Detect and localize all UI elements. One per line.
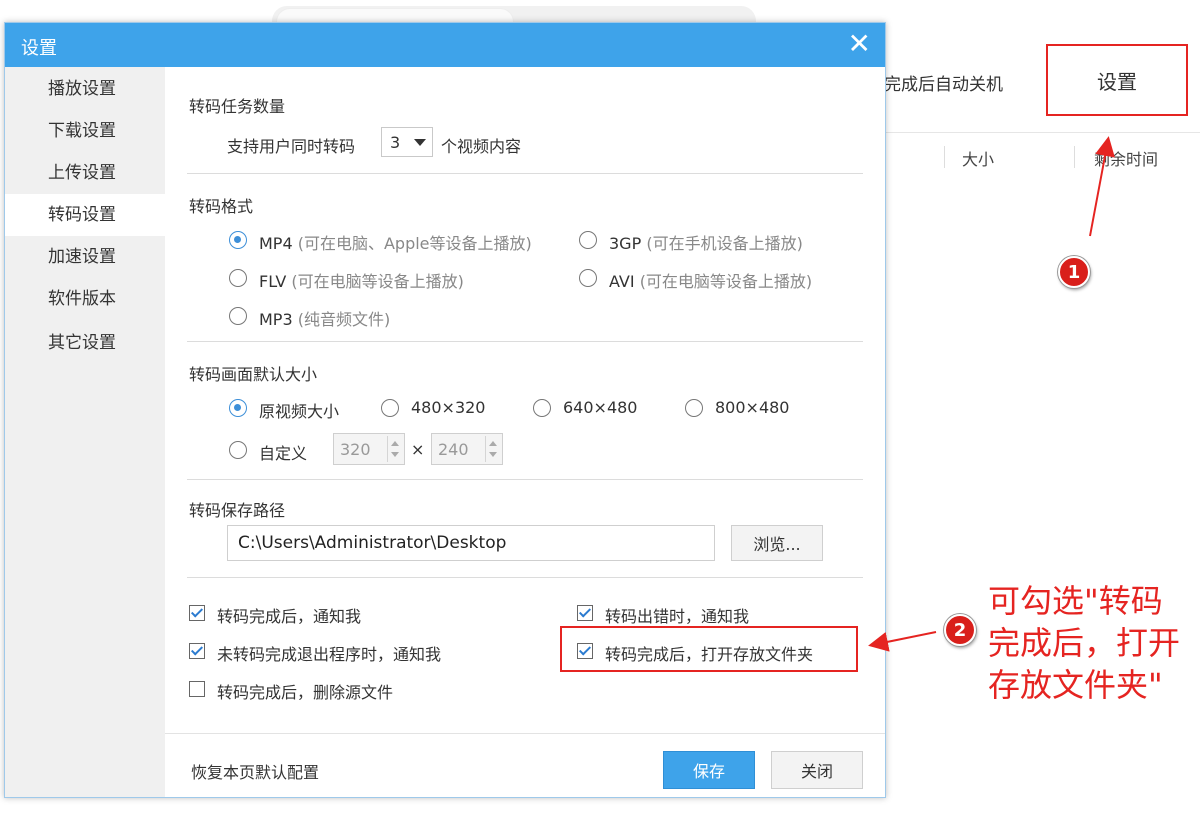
arrow-to-settings bbox=[1089, 136, 1115, 237]
step-badge-2: 2 bbox=[944, 614, 976, 646]
annotation-note: 可勾选"转码完成后，打开存放文件夹" bbox=[988, 582, 1181, 704]
step-badge-1: 1 bbox=[1058, 256, 1090, 288]
arrow-to-option bbox=[868, 631, 937, 652]
